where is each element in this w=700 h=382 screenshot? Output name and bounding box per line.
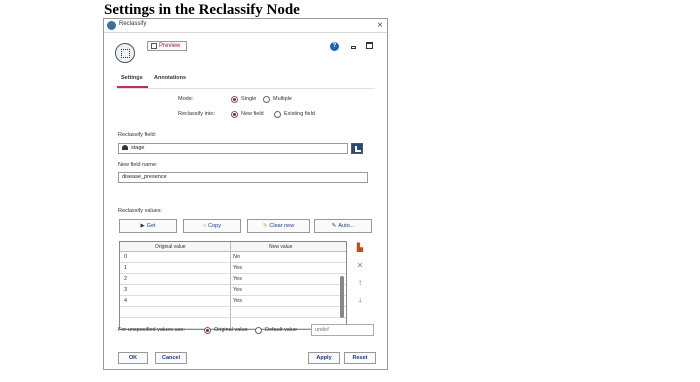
node-type-icon: [115, 43, 135, 63]
wand-icon: ✎: [331, 223, 337, 229]
titlebar: Reclassify ×: [104, 19, 387, 33]
close-icon[interactable]: ×: [377, 19, 383, 32]
new-value-cell[interactable]: Yes: [233, 298, 242, 304]
original-value-cell: 1: [124, 265, 128, 271]
reclassify-dialog: Reclassify × Preview ? Settings Annotati…: [103, 18, 388, 370]
apply-button[interactable]: Apply: [308, 352, 340, 364]
maximize-icon[interactable]: [366, 42, 373, 49]
get-label: Get: [146, 223, 156, 229]
new-value-cell[interactable]: Yes: [233, 265, 242, 271]
auto-label: Auto...: [338, 223, 355, 229]
mode-multiple-label: Multiple: [273, 96, 292, 102]
unspecified-label: For unspecified values use:: [118, 327, 185, 333]
new-value-header[interactable]: New value: [269, 244, 292, 250]
default-value-radio[interactable]: [255, 327, 262, 334]
tab-settings[interactable]: Settings: [121, 75, 143, 81]
new-field-label: New field: [241, 111, 264, 117]
new-value-cell[interactable]: Yes: [233, 287, 242, 293]
cancel-button[interactable]: Cancel: [155, 352, 187, 364]
minimize-icon[interactable]: [351, 46, 356, 49]
tab-annotations[interactable]: Annotations: [154, 75, 186, 81]
original-value-cell: 3: [124, 287, 128, 293]
mode-single-radio[interactable]: [231, 96, 238, 103]
tab-divider: [117, 88, 375, 89]
table-row[interactable]: [120, 307, 346, 318]
delete-x-icon[interactable]: ✕: [355, 262, 365, 270]
get-button[interactable]: ▶ Get: [119, 219, 177, 233]
original-value-cell: 4: [124, 298, 128, 304]
copy-label: Copy: [208, 223, 221, 229]
mode-label: Mode:: [178, 96, 194, 102]
table-row[interactable]: 1 Yes: [120, 263, 346, 274]
copy-icon: »: [203, 223, 207, 229]
reclassify-field-label: Reclassify field:: [118, 132, 157, 138]
reclassify-table: Original value New value 0 No 1 Yes 2 Ye…: [119, 241, 347, 330]
preview-icon: [151, 43, 157, 49]
reset-button[interactable]: Reset: [344, 352, 376, 364]
auto-button[interactable]: ✎ Auto...: [314, 219, 372, 233]
table-row[interactable]: 0 No: [120, 252, 346, 263]
clear-new-label: Clear new: [269, 223, 295, 229]
reclassify-into-label: Reclassify into:: [178, 111, 215, 117]
clear-new-button[interactable]: ✎ Clear new: [247, 219, 310, 233]
move-down-icon[interactable]: ↓: [355, 296, 365, 304]
reclassify-node-icon: [107, 21, 116, 30]
table-scrollbar[interactable]: [340, 276, 344, 318]
eraser-icon: ✎: [262, 223, 268, 229]
field-type-icon: [122, 145, 128, 150]
table-row[interactable]: 3 Yes: [120, 285, 346, 296]
existing-field-radio[interactable]: [274, 111, 281, 118]
table-header: Original value New value: [120, 242, 346, 252]
original-value-cell: 0: [124, 254, 128, 260]
existing-field-label: Existing field: [284, 111, 315, 117]
default-value-input[interactable]: [311, 324, 374, 336]
preview-label: Preview: [159, 43, 181, 49]
ok-button[interactable]: OK: [118, 352, 148, 364]
move-up-icon[interactable]: ↑: [355, 279, 365, 287]
new-field-radio[interactable]: [231, 111, 238, 118]
new-field-name-label: New field name:: [118, 162, 158, 168]
default-value-option-label: Default value: [265, 327, 298, 333]
copy-button[interactable]: » Copy: [183, 219, 241, 233]
original-value-radio[interactable]: [204, 327, 211, 334]
new-field-name-input[interactable]: disease_presence: [118, 172, 368, 183]
reclassify-values-label: Reclassify values:: [118, 208, 163, 214]
help-icon[interactable]: ?: [330, 42, 339, 51]
original-value-cell: 2: [124, 276, 128, 282]
mode-single-label: Single: [241, 96, 257, 102]
reclassify-field-value: stage: [131, 145, 145, 151]
window-title: Reclassify: [119, 21, 147, 27]
original-value-header[interactable]: Original value: [155, 244, 186, 250]
new-value-cell[interactable]: No: [233, 254, 240, 260]
table-row[interactable]: 4 Yes: [120, 296, 346, 307]
play-icon: ▶: [140, 223, 145, 229]
preview-button[interactable]: Preview: [147, 41, 187, 51]
page-heading: Settings in the Reclassify Node: [104, 2, 300, 18]
bar-chart-icon[interactable]: ▙: [355, 244, 365, 252]
new-field-name-value: disease_presence: [122, 174, 167, 180]
reclassify-field-input[interactable]: stage: [118, 143, 348, 154]
table-row[interactable]: 2 Yes: [120, 274, 346, 285]
field-picker-button[interactable]: [351, 143, 363, 154]
mode-multiple-radio[interactable]: [263, 96, 270, 103]
original-value-option-label: Original value: [214, 327, 248, 333]
new-value-cell[interactable]: Yes: [233, 276, 242, 282]
